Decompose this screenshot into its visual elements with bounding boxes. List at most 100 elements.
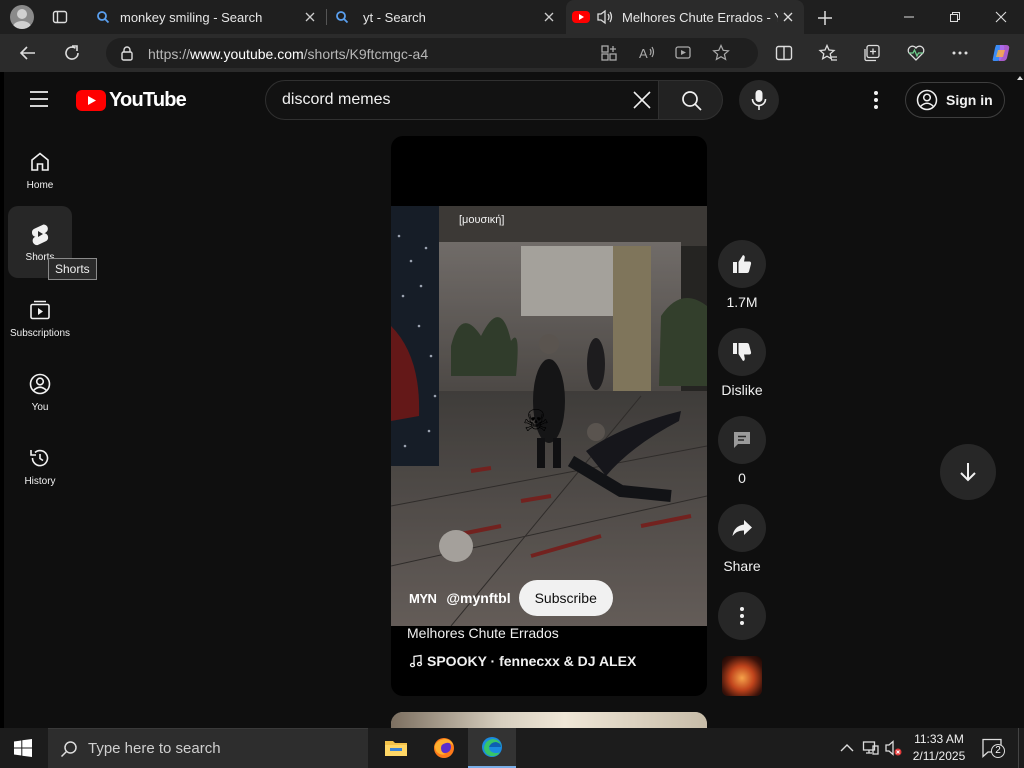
tab-monkey-smiling-search[interactable]: monkey smiling - Search <box>88 0 326 34</box>
hamburger-menu-icon[interactable] <box>28 90 50 108</box>
scroll-up-icon[interactable] <box>1016 74 1024 82</box>
read-aloud-icon[interactable]: A <box>638 44 656 62</box>
back-icon[interactable] <box>18 43 38 63</box>
like-action[interactable]: 1.7M <box>718 240 766 310</box>
share-label: Share <box>723 558 761 574</box>
search-box[interactable] <box>265 80 659 120</box>
more-actions-button[interactable] <box>718 592 766 640</box>
music-label: SPOOKY · fennecxx & DJ ALEX <box>427 653 637 669</box>
sidebar-item-home[interactable]: Home <box>8 134 72 206</box>
settings-kebab-icon[interactable] <box>868 90 884 110</box>
minimize-window-button[interactable] <box>886 0 932 34</box>
collections-icon[interactable] <box>862 43 882 63</box>
next-short-thumbnail <box>391 712 707 728</box>
svg-text:A: A <box>639 46 648 61</box>
sidebar-item-you[interactable]: You <box>8 356 72 428</box>
comments-button[interactable] <box>718 416 766 464</box>
split-screen-icon[interactable] <box>774 43 794 63</box>
favorites-icon[interactable] <box>818 43 838 63</box>
more-actions[interactable] <box>718 592 766 640</box>
share-action[interactable]: Share <box>718 504 766 574</box>
notifications-button[interactable]: 2 <box>982 738 1005 758</box>
refresh-icon[interactable] <box>62 43 82 63</box>
profile-avatar-icon[interactable] <box>10 5 34 29</box>
shorts-tooltip: Shorts <box>48 258 97 280</box>
subscribe-button[interactable]: Subscribe <box>518 580 613 616</box>
sign-in-button[interactable]: Sign in <box>905 82 1005 118</box>
short-title[interactable]: Melhores Chute Errados <box>407 625 559 641</box>
browser-essentials-icon[interactable] <box>906 43 926 63</box>
dislike-button[interactable] <box>718 328 766 376</box>
search-icon <box>681 90 703 112</box>
search-button[interactable] <box>659 80 723 120</box>
taskbar-file-explorer[interactable] <box>372 728 420 768</box>
sidebar-item-history[interactable]: History <box>8 430 72 502</box>
close-tab-icon[interactable] <box>302 9 318 25</box>
url-domain: www.youtube.com <box>190 46 304 62</box>
clear-search-icon[interactable] <box>632 90 652 110</box>
thumbs-up-icon <box>733 255 752 273</box>
channel-badge[interactable]: MYN <box>409 591 437 606</box>
url-text: https://www.youtube.com/shorts/K9ftcmgc-… <box>148 46 428 62</box>
like-button[interactable] <box>718 240 766 288</box>
sound-thumbnail[interactable] <box>722 656 762 696</box>
taskbar-search-box[interactable]: Type here to search <box>48 728 368 768</box>
sidebar-item-label: Subscriptions <box>9 328 71 339</box>
video-play-icon[interactable] <box>674 44 692 62</box>
volume-muted-icon[interactable] <box>884 739 902 757</box>
clock-time: 11:33 AM <box>914 732 964 746</box>
thumbs-down-icon <box>733 343 752 361</box>
tab-yt-search[interactable]: yt - Search <box>327 0 565 34</box>
microphone-icon <box>751 89 767 111</box>
tab-youtube-short[interactable]: Melhores Chute Errados - Yo <box>566 0 804 34</box>
music-row[interactable]: SPOOKY · fennecxx & DJ ALEX <box>409 653 636 669</box>
page-scrollbar[interactable] <box>1016 72 1024 728</box>
new-tab-button[interactable] <box>814 7 836 29</box>
video-frame[interactable]: ☠ <box>391 206 707 626</box>
lock-icon[interactable] <box>120 45 134 61</box>
history-icon <box>28 446 52 470</box>
next-video-button[interactable] <box>940 444 996 500</box>
show-hidden-icons-chevron[interactable] <box>838 739 856 757</box>
youtube-page: YouTube Sign in Home <box>4 72 1016 728</box>
close-tab-icon[interactable] <box>541 9 557 25</box>
channel-handle[interactable]: @mynftbl <box>446 590 510 606</box>
youtube-header: YouTube Sign in <box>4 72 1016 128</box>
dislike-action[interactable]: Dislike <box>718 328 766 398</box>
youtube-logo[interactable]: YouTube <box>76 89 187 112</box>
youtube-logo-icon <box>76 90 106 111</box>
tab-actions-icon[interactable] <box>52 9 68 25</box>
taskbar-edge[interactable] <box>468 728 516 768</box>
show-desktop-button[interactable] <box>1018 728 1024 768</box>
you-account-icon <box>28 372 52 396</box>
speaker-playing-icon[interactable] <box>596 9 614 25</box>
url-prefix: https:// <box>148 46 191 62</box>
voice-search-button[interactable] <box>739 80 779 120</box>
favorite-star-icon[interactable] <box>712 44 730 62</box>
restore-window-button[interactable] <box>932 0 978 34</box>
search-input[interactable] <box>282 89 612 111</box>
app-available-icon[interactable] <box>600 44 618 62</box>
share-button[interactable] <box>718 504 766 552</box>
copilot-icon[interactable] <box>990 42 1012 64</box>
bing-search-icon <box>96 10 110 24</box>
sidebar-item-label: Home <box>26 180 54 191</box>
network-icon[interactable] <box>862 739 880 757</box>
clock-date: 2/11/2025 <box>912 749 966 763</box>
more-menu-icon[interactable] <box>950 43 970 63</box>
arrow-down-icon <box>960 463 976 482</box>
browser-toolbar: https://www.youtube.com/shorts/K9ftcmgc-… <box>0 34 1024 72</box>
short-video-player[interactable]: ☠ [μουσική] MYN @mynftbl Subscribe Melho… <box>391 136 707 696</box>
shorts-icon <box>28 222 52 246</box>
address-bar[interactable]: https://www.youtube.com/shorts/K9ftcmgc-… <box>106 38 758 68</box>
taskbar-firefox[interactable] <box>420 728 468 768</box>
windows-start-icon[interactable] <box>14 739 32 757</box>
windows-taskbar: Type here to search 11:33 AM 2/11/2025 2 <box>0 728 1024 768</box>
comments-action[interactable]: 0 <box>718 416 766 486</box>
next-short-preview[interactable] <box>391 712 707 728</box>
firefox-icon <box>434 738 454 758</box>
sidebar-item-subscriptions[interactable]: Subscriptions <box>8 282 72 354</box>
close-tab-icon[interactable] <box>780 9 796 25</box>
taskbar-clock[interactable]: 11:33 AM 2/11/2025 <box>908 731 970 765</box>
close-window-button[interactable] <box>978 0 1024 34</box>
